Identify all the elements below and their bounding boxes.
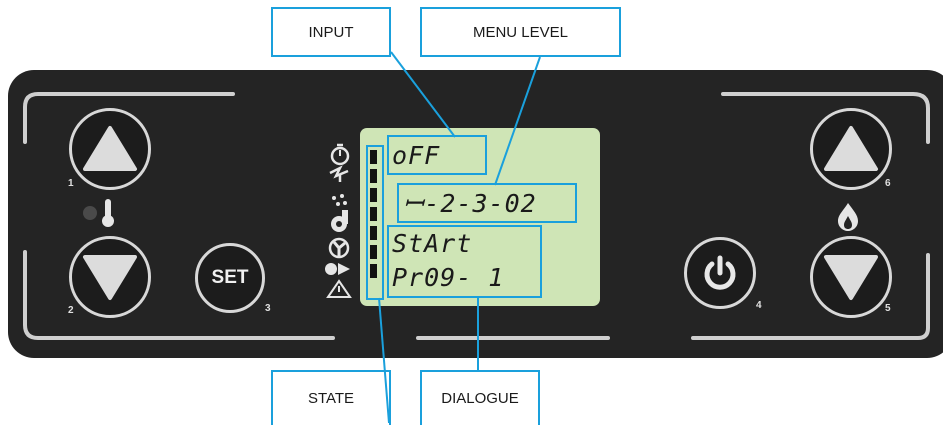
power-button[interactable] [684,237,756,309]
up-right-button[interactable] [810,108,892,190]
pellet-icon [332,194,347,206]
state-box [366,145,384,300]
callout-input-label: INPUT [308,23,354,41]
triangle-down-icon [824,255,878,300]
thermometer-icon [102,199,114,227]
callout-input: INPUT [271,7,391,57]
warning-icon [326,279,352,298]
set-button-number: 3 [265,303,271,314]
set-button-label: SET [211,267,249,288]
up-left-button[interactable] [69,108,151,190]
callout-state: STATE [271,370,391,425]
down-right-button-number: 5 [885,303,891,314]
set-button[interactable]: SET [195,243,265,313]
power-button-number: 4 [756,300,762,311]
down-left-button[interactable] [69,236,151,318]
callout-menu-level: MENU LEVEL [420,7,621,57]
callout-state-label: STATE [307,390,355,407]
callout-dialogue-label: DIALOGUE [441,390,519,407]
up-left-button-number: 1 [68,178,74,189]
fan-icon [328,237,350,259]
display-line-input: oFF [392,141,441,170]
down-left-button-number: 2 [68,305,74,316]
status-led [83,206,97,220]
power-icon [704,255,736,290]
triangle-down-icon [83,255,137,300]
state-icons-column [325,143,352,298]
motor-icon [325,263,350,275]
display-line-dialogue-2: Pr09- 1 [392,263,505,292]
callout-dialogue: DIALOGUE [420,370,540,425]
display-line-menu-level: ꟷ-2-3-02 [403,189,537,218]
down-right-button[interactable] [810,236,892,318]
up-right-button-number: 6 [885,178,891,189]
display-line-dialogue-1: StArt [392,229,473,258]
spark-icon [329,165,349,182]
timer-icon [330,143,350,166]
callout-menu-level-label: MENU LEVEL [472,23,569,41]
flame-icon [838,203,858,231]
triangle-up-icon [824,126,878,171]
pump-icon [331,210,348,232]
triangle-up-icon [83,126,137,171]
